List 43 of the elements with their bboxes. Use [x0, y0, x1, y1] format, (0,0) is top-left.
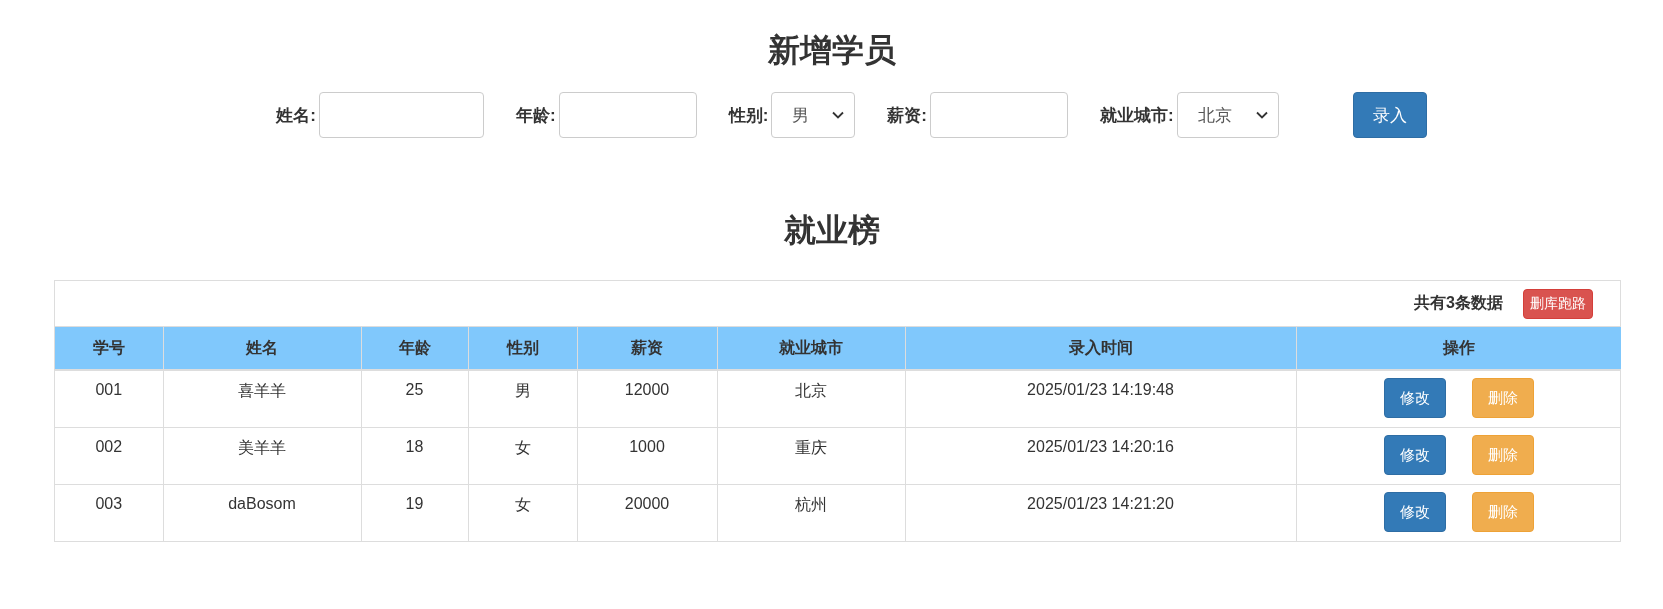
caret-icon — [832, 111, 845, 119]
column-header: 姓名 — [163, 327, 361, 370]
record-count: 共有3条数据 — [1414, 293, 1503, 313]
form-title: 新增学员 — [766, 31, 897, 70]
edit-button[interactable]: 修改 — [1383, 492, 1446, 532]
input-field[interactable] — [558, 92, 697, 138]
table-cell: 001 — [55, 370, 163, 428]
input-field[interactable] — [319, 92, 484, 138]
dropdown-select[interactable]: 北京 — [1176, 92, 1279, 138]
table-cell: 喜羊羊 — [163, 370, 361, 428]
column-header: 操作 — [1296, 327, 1621, 370]
table-cell: 美羊羊 — [163, 427, 361, 485]
table-cell: 12000 — [577, 370, 717, 428]
column-header: 就业城市 — [717, 327, 905, 370]
field-label: 就业城市: — [1100, 104, 1174, 127]
table-cell: 重庆 — [717, 427, 905, 485]
table-cell: 1000 — [577, 427, 717, 485]
table-cell: 002 — [55, 427, 163, 485]
table-cell: 男 — [468, 370, 577, 428]
table-cell: 女 — [468, 427, 577, 485]
submit-button[interactable]: 录入 — [1352, 92, 1427, 138]
column-header: 录入时间 — [905, 327, 1296, 370]
field-label: 姓名: — [276, 104, 316, 127]
table-cell: 2025/01/23 14:20:16 — [905, 427, 1296, 485]
edit-button[interactable]: 修改 — [1383, 378, 1446, 418]
table-cell: 25 — [361, 370, 468, 428]
delete-all-button[interactable]: 删库跑路 — [1523, 288, 1593, 319]
table-cell: 北京 — [717, 370, 905, 428]
input-field[interactable] — [930, 92, 1068, 138]
table-cell: 18 — [361, 427, 468, 485]
field-label: 薪资: — [887, 104, 927, 127]
table-cell: 003 — [55, 484, 163, 541]
column-header: 性别 — [468, 327, 577, 370]
edit-button[interactable]: 修改 — [1383, 435, 1446, 475]
caret-icon — [1255, 111, 1268, 119]
column-header: 年龄 — [361, 327, 468, 370]
table-cell: 2025/01/23 14:19:48 — [905, 370, 1296, 428]
dropdown-select[interactable]: 男 — [771, 92, 856, 138]
board-title: 就业榜 — [782, 211, 881, 250]
column-header: 学号 — [55, 327, 163, 370]
field-label: 年龄: — [516, 104, 556, 127]
field-label: 性别: — [728, 104, 769, 127]
column-header: 薪资 — [577, 327, 717, 370]
